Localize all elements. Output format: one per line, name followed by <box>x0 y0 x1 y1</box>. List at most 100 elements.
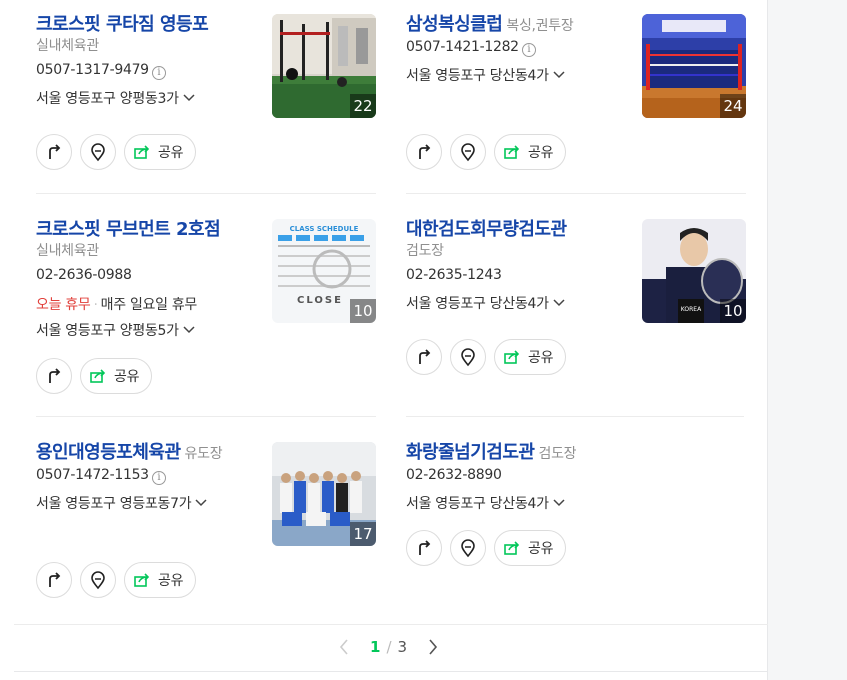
action-buttons: 공유 <box>406 134 567 170</box>
map-pin-icon <box>461 348 475 367</box>
photo-count: 10 <box>720 299 746 323</box>
share-icon <box>90 369 106 383</box>
place-photo[interactable]: KOREA 10 <box>642 219 746 323</box>
info-icon[interactable]: i <box>151 66 166 80</box>
share-button[interactable]: 공유 <box>494 134 567 170</box>
share-button[interactable]: 공유 <box>494 339 567 375</box>
directions-icon <box>419 144 431 159</box>
chevron-down-icon <box>183 326 195 334</box>
action-buttons: 공유 <box>36 134 197 170</box>
chevron-left-icon <box>339 639 348 655</box>
map-button[interactable] <box>450 530 486 566</box>
phone-number: 02-2635-1243 <box>406 267 502 283</box>
place-photo[interactable]: CLASS SCHEDULE CLOSE 10 <box>272 219 376 323</box>
share-button[interactable]: 공유 <box>80 358 153 394</box>
info-icon[interactable]: i <box>521 43 536 57</box>
share-icon <box>504 145 520 159</box>
chevron-down-icon <box>195 499 207 507</box>
share-icon <box>504 541 520 555</box>
photo-count: 24 <box>720 94 746 118</box>
place-category: 검도장 <box>406 243 444 259</box>
map-pin-icon <box>461 539 475 558</box>
share-icon <box>134 573 150 587</box>
chevron-down-icon <box>553 499 565 507</box>
share-button[interactable]: 공유 <box>494 530 567 566</box>
directions-button[interactable] <box>36 562 72 598</box>
share-icon <box>134 145 150 159</box>
place-name[interactable]: 화랑줄넘기검도관 <box>406 442 535 463</box>
place-category: 실내체육관 <box>36 38 99 54</box>
address-row[interactable]: 서울 영등포구 양평동3가 <box>36 88 195 108</box>
directions-icon <box>49 368 61 383</box>
map-pin-icon <box>91 143 105 162</box>
place-name[interactable]: 대한검도회무량검도관 <box>406 219 567 240</box>
place-name[interactable]: 크로스핏 쿠타짐 영등포 <box>36 14 209 35</box>
status-closed: 오늘 휴무 <box>36 297 91 313</box>
pagination-controls: 1 / 3 <box>334 637 443 657</box>
chevron-down-icon <box>553 71 565 79</box>
phone-number: 02-2632-8890 <box>406 467 502 483</box>
directions-icon <box>419 349 431 364</box>
address-text: 서울 영등포구 양평동5가 <box>36 323 179 339</box>
directions-button[interactable] <box>406 339 442 375</box>
share-label: 공유 <box>528 350 554 366</box>
action-buttons: 공유 <box>406 530 567 566</box>
phone-row: 0507-1317-9479 i <box>36 62 166 80</box>
place-photo[interactable]: 17 <box>272 442 376 546</box>
map-pin-icon <box>461 143 475 162</box>
share-label: 공유 <box>158 145 184 161</box>
share-icon <box>504 350 520 364</box>
address-text: 서울 영등포구 양평동3가 <box>36 91 179 107</box>
place-name[interactable]: 크로스핏 무브먼트 2호점 <box>36 219 221 240</box>
korea-patch: KOREA <box>681 306 702 313</box>
map-button[interactable] <box>450 339 486 375</box>
divider <box>36 416 376 417</box>
close-sign: CLOSE <box>297 295 343 306</box>
next-page-button[interactable] <box>423 637 443 657</box>
pagination-bottom-border <box>14 671 768 672</box>
title-row: 크로스핏 쿠타짐 영등포 <box>36 10 209 36</box>
action-buttons: 공유 <box>406 339 567 375</box>
hours-text: 매주 일요일 휴무 <box>100 297 198 313</box>
share-button[interactable]: 공유 <box>124 134 197 170</box>
info-icon[interactable]: i <box>151 471 166 485</box>
divider <box>406 416 744 417</box>
place-name[interactable]: 삼성복싱클럽 <box>406 14 503 35</box>
page-separator: / <box>386 638 392 656</box>
photo-count: 10 <box>350 299 376 323</box>
address-text: 서울 영등포구 당산동4가 <box>406 68 549 84</box>
address-row[interactable]: 서울 영등포구 당산동4가 <box>406 293 565 313</box>
chevron-right-icon <box>429 639 438 655</box>
place-photo[interactable]: 22 <box>272 14 376 118</box>
directions-button[interactable] <box>36 134 72 170</box>
phone-number: 0507-1317-9479 <box>36 62 149 78</box>
photo-count: 22 <box>350 94 376 118</box>
share-label: 공유 <box>158 573 184 589</box>
current-page: 1 <box>370 638 381 656</box>
address-row[interactable]: 서울 영등포구 당산동4가 <box>406 65 565 85</box>
divider <box>406 193 746 194</box>
action-buttons: 공유 <box>36 358 153 394</box>
title-row: 대한검도회무량검도관 <box>406 215 567 241</box>
place-category: 복싱,권투장 <box>506 18 574 34</box>
share-button[interactable]: 공유 <box>124 562 197 598</box>
map-button[interactable] <box>80 134 116 170</box>
map-button[interactable] <box>80 562 116 598</box>
address-row[interactable]: 서울 영등포구 양평동5가 <box>36 320 195 340</box>
directions-button[interactable] <box>406 530 442 566</box>
place-name[interactable]: 용인대영등포체육관 <box>36 442 181 463</box>
directions-button[interactable] <box>406 134 442 170</box>
prev-page-button[interactable] <box>334 637 354 657</box>
place-photo[interactable]: 24 <box>642 14 746 118</box>
hours-row: 오늘 휴무 · 매주 일요일 휴무 <box>36 294 197 314</box>
directions-button[interactable] <box>36 358 72 394</box>
directions-icon <box>49 572 61 587</box>
phone-number: 0507-1472-1153 <box>36 467 149 483</box>
title-row: 삼성복싱클럽 복싱,권투장 <box>406 10 574 36</box>
address-row[interactable]: 서울 영등포구 당산동4가 <box>406 493 565 513</box>
phone-row: 0507-1472-1153 i <box>36 467 166 485</box>
pagination: 1 / 3 <box>14 624 768 672</box>
map-button[interactable] <box>450 134 486 170</box>
address-row[interactable]: 서울 영등포구 영등포동7가 <box>36 493 207 513</box>
phone-number: 02-2636-0988 <box>36 267 132 283</box>
